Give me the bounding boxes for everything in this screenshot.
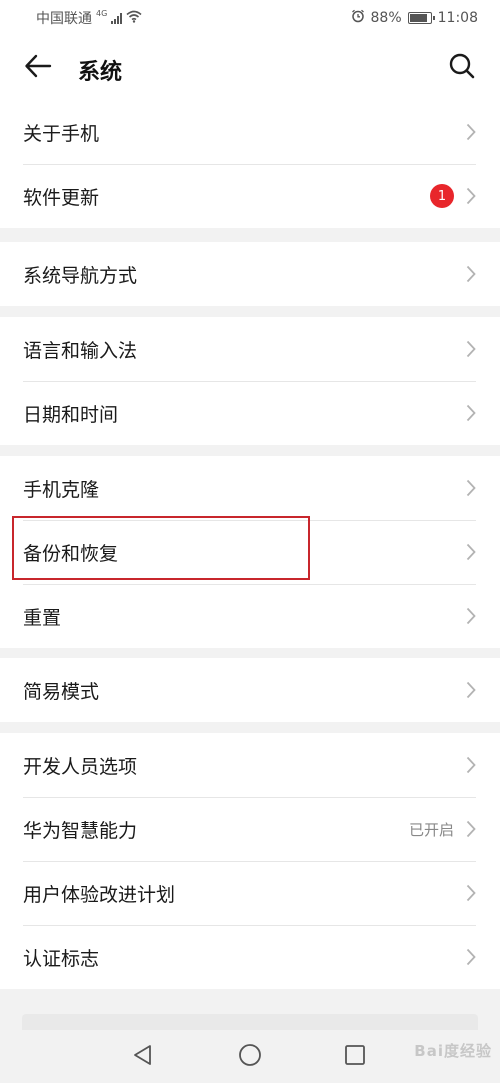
chevron-right-icon: [466, 607, 476, 625]
setting-item-software-update[interactable]: 软件更新 1: [0, 164, 500, 228]
setting-label: 华为智慧能力: [23, 819, 138, 842]
settings-group-language-date: 语言和输入法 日期和时间: [0, 317, 500, 445]
app-header: 系统: [0, 36, 500, 100]
chevron-right-icon: [466, 884, 476, 902]
setting-item-simple-mode[interactable]: 简易模式: [0, 658, 500, 722]
chevron-right-icon: [466, 187, 476, 205]
battery-percent: 88%: [370, 10, 402, 26]
nav-home-button[interactable]: [235, 1042, 265, 1072]
setting-label: 软件更新: [23, 186, 100, 209]
setting-item-user-experience[interactable]: 用户体验改进计划: [0, 861, 500, 925]
setting-label: 关于手机: [23, 122, 100, 145]
setting-item-certification[interactable]: 认证标志: [0, 925, 500, 989]
setting-item-huawei-ai[interactable]: 华为智慧能力 已开启: [0, 797, 500, 861]
back-button[interactable]: [20, 50, 56, 86]
chevron-right-icon: [466, 479, 476, 497]
setting-label: 重置: [23, 606, 62, 629]
setting-status-value: 已开启: [408, 820, 454, 839]
carrier-name: 中国联通: [36, 11, 92, 27]
status-left: 中国联通 4G: [36, 8, 142, 28]
settings-group-backup: 手机克隆 备份和恢复 重置: [0, 456, 500, 648]
setting-label: 日期和时间: [23, 403, 119, 426]
search-icon: [448, 52, 476, 84]
chevron-right-icon: [466, 404, 476, 422]
setting-label: 语言和输入法: [23, 339, 138, 362]
alarm-icon: [351, 9, 365, 27]
chevron-right-icon: [466, 265, 476, 283]
nav-back-icon: [132, 1044, 154, 1070]
setting-item-developer-options[interactable]: 开发人员选项: [0, 733, 500, 797]
setting-label: 备份和恢复: [23, 542, 119, 565]
battery-icon: [407, 12, 435, 24]
setting-item-phone-clone[interactable]: 手机克隆: [0, 456, 500, 520]
setting-item-about-phone[interactable]: 关于手机: [0, 100, 500, 164]
status-bar: 中国联通 4G 88% 11:08: [0, 0, 500, 36]
nav-recents-button[interactable]: [340, 1042, 370, 1072]
setting-label: 开发人员选项: [23, 755, 138, 778]
settings-group-advanced: 开发人员选项 华为智慧能力 已开启 用户体验改进计划 认证标志: [0, 733, 500, 989]
chevron-right-icon: [466, 340, 476, 358]
settings-group-navigation: 系统导航方式: [0, 242, 500, 306]
setting-label: 系统导航方式: [23, 264, 138, 287]
setting-item-date-time[interactable]: 日期和时间: [0, 381, 500, 445]
wifi-icon: [126, 10, 142, 27]
update-count-badge: 1: [430, 184, 454, 208]
chevron-right-icon: [466, 756, 476, 774]
chevron-right-icon: [466, 820, 476, 838]
clock-time: 11:08: [437, 10, 478, 26]
nav-recents-icon: [344, 1044, 366, 1070]
search-button[interactable]: [444, 50, 480, 86]
status-right: 88% 11:08: [351, 9, 478, 27]
setting-item-language-input[interactable]: 语言和输入法: [0, 317, 500, 381]
chevron-right-icon: [466, 948, 476, 966]
setting-item-reset[interactable]: 重置: [0, 584, 500, 648]
back-arrow-icon: [24, 54, 52, 82]
setting-label: 认证标志: [23, 947, 100, 970]
network-type: 4G: [96, 8, 108, 18]
chevron-right-icon: [466, 681, 476, 699]
setting-label: 用户体验改进计划: [23, 883, 176, 906]
settings-group-simple-mode: 简易模式: [0, 658, 500, 722]
signal-icon: [111, 12, 123, 24]
nav-back-button[interactable]: [128, 1042, 158, 1072]
setting-label: 简易模式: [23, 680, 100, 703]
settings-group-device: 关于手机 软件更新 1: [0, 100, 500, 228]
watermark-logo: Bai度经验: [414, 1042, 492, 1060]
chevron-right-icon: [466, 543, 476, 561]
setting-item-backup-restore[interactable]: 备份和恢复: [0, 520, 500, 584]
chevron-right-icon: [466, 123, 476, 141]
nav-home-icon: [238, 1043, 262, 1071]
setting-label: 手机克隆: [23, 478, 100, 501]
page-title: 系统: [78, 60, 123, 85]
setting-item-system-navigation[interactable]: 系统导航方式: [0, 242, 500, 306]
